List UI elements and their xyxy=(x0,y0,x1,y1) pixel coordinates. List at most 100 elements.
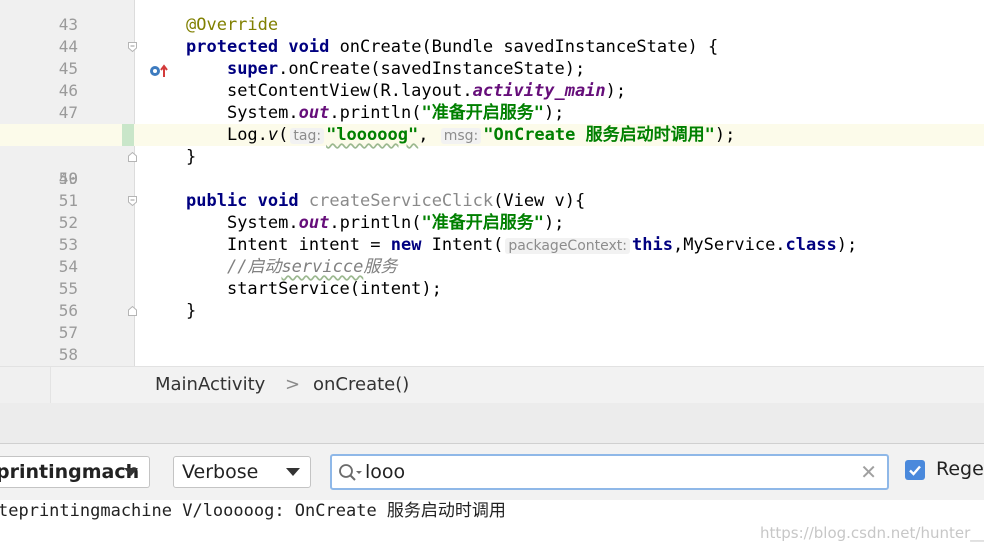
method-name-token: createServiceClick xyxy=(308,191,494,211)
field-token: out xyxy=(298,103,330,123)
code-token: (View v){ xyxy=(493,191,586,211)
log-search-input[interactable]: looo ✕ xyxy=(330,454,889,490)
comment-token: servicce xyxy=(281,257,364,277)
device-process-value: printingmach xyxy=(0,461,140,483)
comment-token: 服务 xyxy=(363,257,398,277)
code-token: Intent( xyxy=(421,235,504,255)
field-token: activity_main xyxy=(472,81,606,101)
code-line[interactable]: 50 } xyxy=(0,146,984,188)
comment-token: //启动 xyxy=(226,257,282,277)
chevron-down-icon xyxy=(286,468,300,476)
code-token: } xyxy=(186,147,197,167)
code-token: .println( xyxy=(329,213,422,233)
code-token: .onCreate(savedInstanceState); xyxy=(278,59,586,79)
code-token: ,MyService. xyxy=(672,235,786,255)
string-token: "looooog" xyxy=(326,125,419,145)
code-line[interactable]: 47 setContentView(R.layout.activity_main… xyxy=(0,80,984,122)
log-entry[interactable]: teprintingmachine V/looooog: OnCreate 服务… xyxy=(0,500,506,522)
fold-icon[interactable] xyxy=(128,42,137,52)
code-text: System.out.println("准备开启服务"); xyxy=(186,102,564,124)
code-token: System. xyxy=(226,213,299,233)
code-text: protected void onCreate(Bundle savedInst… xyxy=(186,36,718,58)
code-line[interactable]: 56 startService(intent); xyxy=(0,278,984,320)
search-value: looo xyxy=(365,461,406,483)
comment-text: //启动servicce服务 xyxy=(186,256,397,278)
watermark-text: https://blog.csdn.net/hunter___ xyxy=(760,524,984,542)
code-token: ); xyxy=(714,125,736,145)
keyword-token: void xyxy=(257,191,299,211)
string-token: "准备开启服务" xyxy=(421,213,544,233)
code-token: ( xyxy=(278,125,289,145)
current-code-line[interactable]: 49 Log.v(tag: "looooog", msg: "OnCreate 服务… xyxy=(0,124,984,188)
code-text: Intent intent = new Intent(packageContex… xyxy=(186,234,857,257)
code-token: } xyxy=(186,301,197,321)
code-token: ); xyxy=(543,103,565,123)
logcat-toolbar: printingmach Verbose looo ✕ Regex xyxy=(0,444,984,501)
keyword-token: this xyxy=(632,235,673,255)
fold-end-icon[interactable] xyxy=(128,152,137,162)
code-line[interactable]: 44 @Override xyxy=(0,14,984,56)
checkmark-icon xyxy=(909,465,921,476)
logcat-output[interactable]: teprintingmachine V/looooog: OnCreate 服务… xyxy=(0,500,984,551)
keyword-token: class xyxy=(785,235,837,255)
log-level-value: Verbose xyxy=(182,461,259,483)
change-marker[interactable] xyxy=(122,124,134,146)
regex-label: Regex xyxy=(936,458,984,480)
code-line[interactable]: 51 xyxy=(0,168,984,210)
breadcrumb-separator: > xyxy=(285,374,301,395)
editor-left-strip xyxy=(0,367,51,403)
breadcrumb-item-class[interactable]: MainActivity xyxy=(155,374,265,395)
breadcrumb: MainActivity > onCreate() xyxy=(0,366,984,404)
code-text: } xyxy=(186,300,196,322)
code-line[interactable]: 54 Intent intent = new Intent(packageCon… xyxy=(0,234,984,276)
string-token: "OnCreate 服务启动时调用" xyxy=(483,125,715,145)
code-token: onCreate(Bundle savedInstanceState) { xyxy=(329,37,719,57)
code-token: Intent intent = xyxy=(226,235,391,255)
breadcrumb-item-method[interactable]: onCreate() xyxy=(313,374,409,395)
search-icon[interactable] xyxy=(338,463,362,487)
code-line[interactable]: 58 xyxy=(0,322,984,364)
code-text: Log.v(tag: "looooog", msg: "OnCreate 服务启动时… xyxy=(186,124,735,147)
code-line[interactable]: 45 protected void onCreate(Bundle savedI… xyxy=(0,36,984,78)
code-text: public void createServiceClick(View v){ xyxy=(186,190,585,212)
regex-checkbox[interactable] xyxy=(905,460,925,480)
code-text: System.out.println("准备开启服务"); xyxy=(186,212,564,234)
code-text: } xyxy=(186,146,196,168)
code-text: @Override xyxy=(186,14,278,36)
code-line[interactable]: 57 } xyxy=(0,300,984,342)
code-line[interactable]: 48 System.out.println("准备开启服务"); xyxy=(0,102,984,144)
code-token: , xyxy=(418,125,429,145)
parameter-hint: tag: xyxy=(290,128,325,144)
code-text: startService(intent); xyxy=(186,278,442,300)
code-text: super.onCreate(savedInstanceState); xyxy=(186,58,585,80)
chevron-down-icon xyxy=(124,468,138,476)
annotation-token: @Override xyxy=(186,15,279,35)
code-editor[interactable]: 43 44 @Override 45 protected void onCrea… xyxy=(0,0,984,366)
override-method-icon[interactable] xyxy=(88,40,169,77)
keyword-token: protected xyxy=(186,37,279,57)
code-line[interactable]: 43 xyxy=(0,0,984,34)
keyword-token: void xyxy=(288,37,330,57)
device-process-select[interactable]: printingmach xyxy=(0,456,150,488)
code-line[interactable]: 46 super.onCreate(savedInstanceState); xyxy=(0,58,984,100)
code-token: setContentView(R.layout. xyxy=(226,81,473,101)
close-icon[interactable]: ✕ xyxy=(860,462,877,482)
fold-icon[interactable] xyxy=(128,196,137,206)
code-token: System. xyxy=(226,103,299,123)
code-token: .println( xyxy=(329,103,422,123)
keyword-token: super xyxy=(226,59,279,79)
code-token: Log. xyxy=(226,125,268,145)
log-level-select[interactable]: Verbose xyxy=(173,456,311,488)
code-line[interactable]: 53 System.out.println("准备开启服务"); xyxy=(0,212,984,254)
keyword-token: public xyxy=(186,191,248,211)
code-token: ); xyxy=(836,235,858,255)
code-line[interactable]: 59 xyxy=(0,344,984,366)
code-token: ); xyxy=(605,81,627,101)
string-token: "准备开启服务" xyxy=(421,103,544,123)
fold-end-icon[interactable] xyxy=(128,306,137,316)
code-text: setContentView(R.layout.activity_main); xyxy=(186,80,626,102)
keyword-token: new xyxy=(390,235,422,255)
code-line[interactable]: 55 //启动servicce服务 xyxy=(0,256,984,298)
code-token: startService(intent); xyxy=(226,279,442,299)
code-line[interactable]: 52 public void createServiceClick(View v… xyxy=(0,190,984,232)
